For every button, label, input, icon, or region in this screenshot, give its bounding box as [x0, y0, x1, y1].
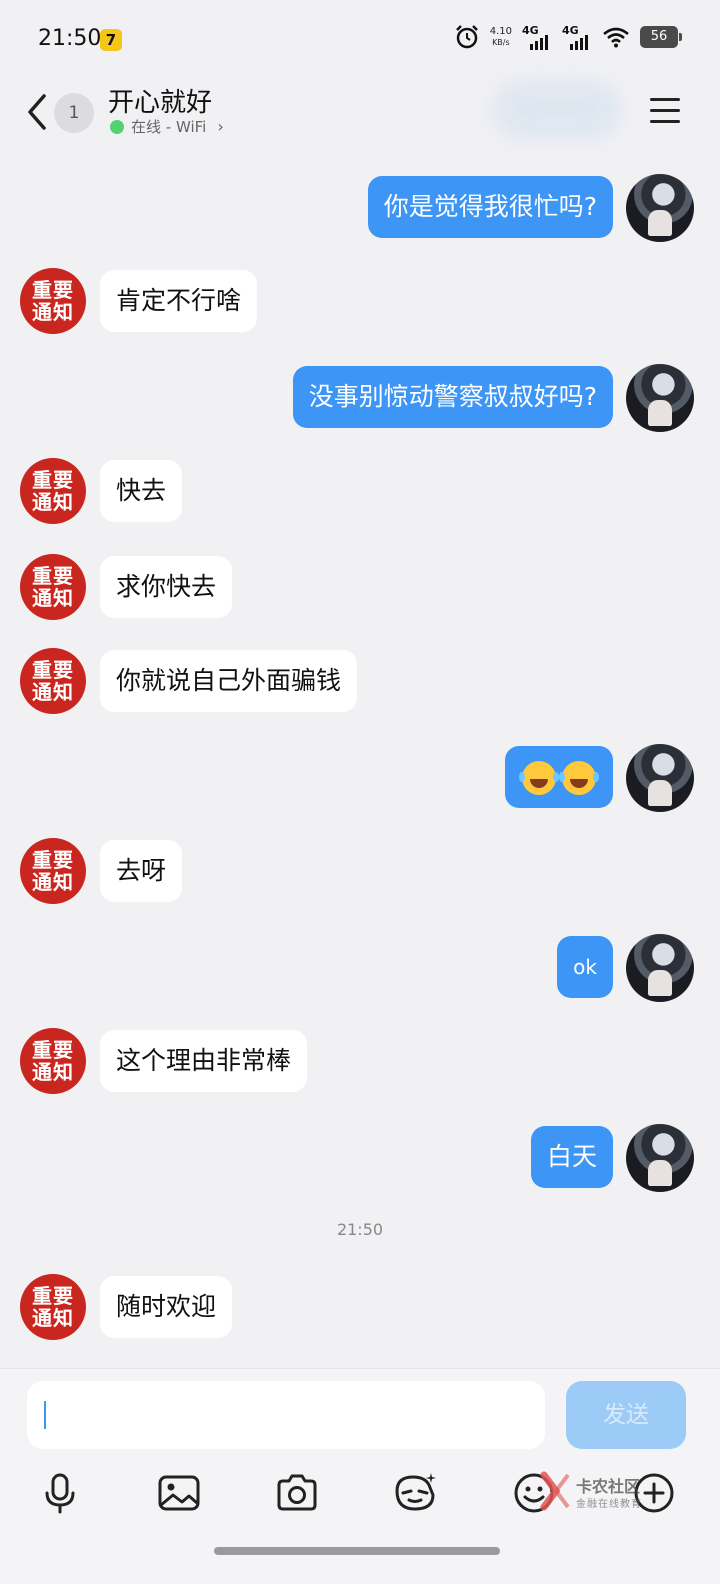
camera-icon[interactable]: [273, 1469, 321, 1517]
message-bubble[interactable]: 没事别惊动警察叔叔好吗?: [292, 366, 613, 428]
contact-avatar[interactable]: 重要 通知: [20, 1028, 86, 1094]
message-bubble[interactable]: 你就说自己外面骗钱: [100, 650, 358, 712]
message-list[interactable]: 你是觉得我很忙吗? 重要 通知 肯定不行啥 没事别惊动警察叔叔好吗? 重要 通知 快…: [0, 156, 720, 1366]
net-speed-value: 4.10: [489, 26, 512, 37]
watermark-subtitle: 金融在线教育: [576, 1499, 642, 1510]
watermark: 卡农社区 金融在线教育: [540, 1467, 660, 1523]
sticker-icon[interactable]: [391, 1469, 439, 1517]
message-outgoing: 没事别惊动警察叔叔好吗?: [0, 364, 720, 432]
user-avatar[interactable]: [626, 364, 694, 432]
message-bubble[interactable]: 去呀: [100, 840, 183, 902]
user-avatar[interactable]: [626, 1124, 694, 1192]
status-icons: 4.10 KB/s 4G 4G 56: [454, 24, 682, 50]
message-bubble[interactable]: 肯定不行啥: [100, 270, 258, 332]
net-speed: 4.10 KB/s: [490, 26, 512, 48]
message-incoming: 重要 通知 去呀: [0, 838, 720, 904]
wifi-icon: [603, 27, 629, 48]
mic-icon[interactable]: [36, 1469, 84, 1517]
message-incoming: 重要 通知 求你快去: [0, 554, 720, 620]
contact-avatar[interactable]: 重要 通知: [20, 268, 86, 334]
message-bubble[interactable]: 随时欢迎: [100, 1276, 233, 1338]
composer: 发送 卡农社区 金融在线教育: [0, 1368, 720, 1584]
watermark-logo-icon: [540, 1471, 570, 1511]
message-incoming: 重要 通知 肯定不行啥: [0, 268, 720, 334]
watermark-title: 卡农社区: [576, 1477, 641, 1496]
status-bar: 21:50 7 4.10 KB/s 4G 4G 56: [0, 0, 720, 80]
image-icon[interactable]: [155, 1469, 203, 1517]
contact-avatar[interactable]: 重要 通知: [20, 1274, 86, 1340]
alarm-icon: [455, 25, 478, 49]
contact-avatar[interactable]: 重要 通知: [20, 838, 86, 904]
status-time: 21:50: [38, 26, 102, 51]
send-button[interactable]: 发送: [566, 1381, 686, 1449]
message-incoming: 重要 通知 你就说自己外面骗钱: [0, 648, 720, 714]
contact-avatar[interactable]: 重要 通知: [20, 554, 86, 620]
contact-name[interactable]: 开心就好: [108, 82, 212, 119]
home-indicator[interactable]: [214, 1547, 500, 1555]
user-avatar[interactable]: [626, 744, 694, 812]
contact-avatar[interactable]: 重要 通知: [20, 648, 86, 714]
online-dot-icon: [110, 119, 124, 134]
menu-icon[interactable]: [650, 98, 682, 126]
back-arrow-icon[interactable]: [24, 92, 54, 132]
net-speed-unit: KB/s: [492, 38, 510, 47]
battery-icon: 56: [640, 26, 682, 48]
message-bubble[interactable]: 求你快去: [100, 556, 233, 618]
chat-header: 1 开心就好 在线 - WiFi ›: [0, 80, 720, 156]
message-input[interactable]: [27, 1381, 545, 1449]
text-caret: [44, 1401, 46, 1429]
unread-count-badge[interactable]: 1: [54, 93, 94, 133]
message-outgoing: [0, 744, 720, 812]
message-bubble[interactable]: [505, 746, 613, 808]
laugh-cry-emoji-icon: [559, 761, 596, 795]
chevron-right-icon: ›: [217, 117, 224, 136]
message-incoming: 重要 通知 这个理由非常棒: [0, 1028, 720, 1094]
message-outgoing: 你是觉得我很忙吗?: [0, 174, 720, 242]
app-notification-icon: 7: [100, 29, 122, 51]
online-status[interactable]: 在线 - WiFi ›: [110, 116, 224, 137]
user-avatar[interactable]: [626, 934, 694, 1002]
message-incoming: 重要 通知 随时欢迎: [0, 1274, 720, 1340]
laugh-cry-emoji-icon: [519, 761, 556, 795]
blurred-region: [492, 80, 622, 140]
message-timestamp: 21:50: [336, 1220, 384, 1239]
user-avatar[interactable]: [626, 174, 694, 242]
message-outgoing: 白天: [0, 1124, 720, 1192]
signal-sim1-icon: 4G: [522, 24, 552, 50]
message-bubble[interactable]: 你是觉得我很忙吗?: [367, 176, 613, 238]
message-bubble[interactable]: 这个理由非常棒: [100, 1030, 308, 1092]
message-bubble[interactable]: ok: [557, 936, 613, 998]
message-incoming: 重要 通知 快去: [0, 458, 720, 524]
message-outgoing: ok: [0, 934, 720, 1002]
message-bubble[interactable]: 快去: [100, 460, 183, 522]
contact-avatar[interactable]: 重要 通知: [20, 458, 86, 524]
message-bubble[interactable]: 白天: [530, 1126, 613, 1188]
signal-sim2-icon: 4G: [562, 24, 592, 50]
online-status-text: 在线 - WiFi: [131, 118, 207, 136]
